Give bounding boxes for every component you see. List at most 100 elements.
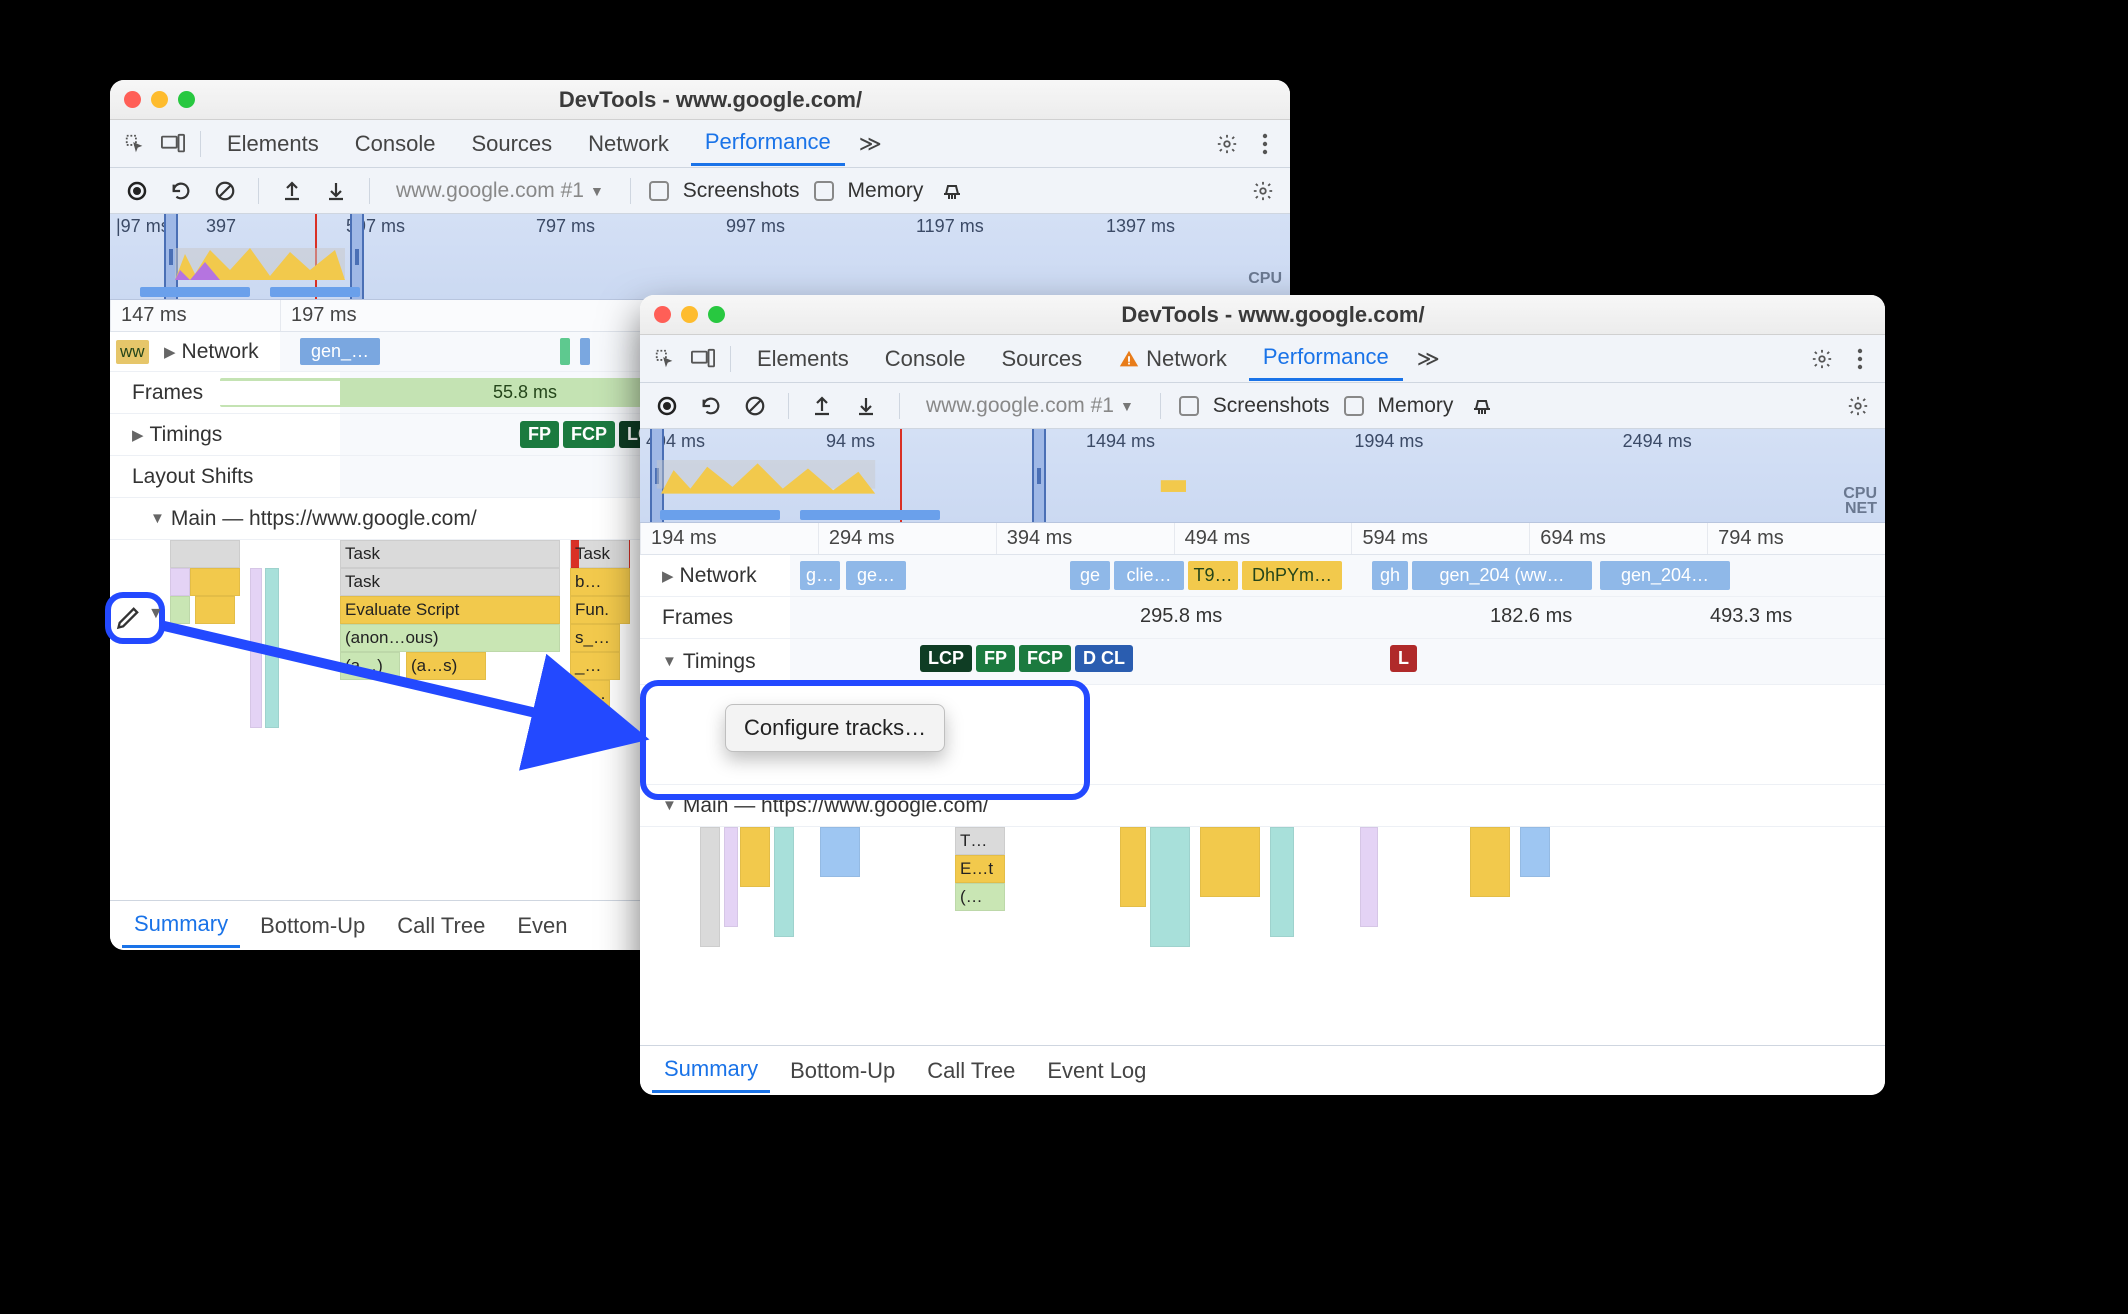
collapse-icon[interactable]: ▼ — [150, 510, 165, 527]
tab-network[interactable]: Network — [1104, 338, 1241, 380]
tab-console[interactable]: Console — [871, 338, 980, 380]
recording-select[interactable]: www.google.com #1 ▼ — [388, 177, 612, 205]
timing-badge[interactable]: FCP — [563, 421, 615, 448]
track-label: Timings — [150, 423, 223, 447]
gear-icon[interactable] — [1212, 129, 1242, 159]
capture-settings-gear-icon[interactable] — [1843, 391, 1873, 421]
gc-icon[interactable] — [1467, 391, 1497, 421]
net-item[interactable]: ge — [1070, 561, 1110, 590]
divider — [369, 178, 370, 204]
net-item[interactable]: DhPYm… — [1242, 561, 1342, 590]
reload-icon[interactable] — [696, 391, 726, 421]
cpu-overview[interactable]: 494 ms 94 ms 1494 ms 1994 ms 2494 ms CPU… — [640, 429, 1885, 523]
close-icon[interactable] — [124, 91, 141, 108]
bottom-tab-calltree[interactable]: Call Tree — [385, 905, 497, 947]
bottom-tab-summary[interactable]: Summary — [122, 903, 240, 948]
reload-icon[interactable] — [166, 176, 196, 206]
overflow-menu-icon[interactable] — [1250, 129, 1280, 159]
task-block[interactable]: Task — [570, 540, 630, 568]
recording-select[interactable]: www.google.com #1 ▼ — [918, 392, 1142, 420]
memory-checkbox[interactable] — [1344, 396, 1364, 416]
more-tabs-icon[interactable]: ≫ — [853, 127, 888, 161]
download-icon[interactable] — [851, 391, 881, 421]
track-network-row: ▶Network g… ge… ge clie… T9… DhPYm… gh g… — [640, 555, 1885, 597]
timing-badge[interactable]: D CL — [1075, 645, 1133, 672]
net-item[interactable]: gen_204… — [1600, 561, 1730, 590]
flame-chart[interactable]: T… E…t (… — [640, 827, 1885, 967]
task-block[interactable]: Task — [340, 568, 560, 596]
bottom-tab-calltree[interactable]: Call Tree — [915, 1050, 1027, 1092]
block[interactable]: T… — [955, 827, 1005, 855]
bottom-tabs: Summary Bottom-Up Call Tree Event Log — [640, 1045, 1885, 1095]
bottom-tab-bottomup[interactable]: Bottom-Up — [248, 905, 377, 947]
bottom-tab-eventlog[interactable]: Event Log — [1035, 1050, 1158, 1092]
record-icon[interactable] — [122, 176, 152, 206]
tab-console[interactable]: Console — [341, 123, 450, 165]
inspect-icon[interactable] — [120, 129, 150, 159]
net-chip[interactable]: gen_… — [300, 338, 380, 365]
bottom-tab-eventlog[interactable]: Even — [505, 905, 579, 947]
gear-icon[interactable] — [1807, 344, 1837, 374]
block[interactable]: E…t — [955, 855, 1005, 883]
ruler-tick: 394 ms — [996, 523, 1174, 554]
net-item[interactable]: gen_204 (ww… — [1412, 561, 1592, 590]
timing-badge[interactable]: FCP — [1019, 645, 1071, 672]
screenshots-checkbox[interactable] — [1179, 396, 1199, 416]
download-icon[interactable] — [321, 176, 351, 206]
close-icon[interactable] — [654, 306, 671, 323]
expand-icon[interactable]: ▶ — [662, 567, 674, 585]
divider — [730, 346, 731, 372]
net-item[interactable]: g… — [800, 561, 840, 590]
upload-icon[interactable] — [807, 391, 837, 421]
tab-elements[interactable]: Elements — [213, 123, 333, 165]
net-item[interactable]: ge… — [846, 561, 906, 590]
context-menu[interactable]: Configure tracks… — [725, 704, 945, 752]
task-block[interactable]: Task — [340, 540, 560, 568]
net-label: NET — [1845, 500, 1877, 518]
expand-icon[interactable]: ▶ — [164, 343, 176, 361]
collapse-icon[interactable]: ▼ — [148, 605, 164, 623]
titlebar[interactable]: DevTools - www.google.com/ — [640, 295, 1885, 335]
time-ruler[interactable]: 194 ms 294 ms 394 ms 494 ms 594 ms 694 m… — [640, 523, 1885, 555]
net-item[interactable]: clie… — [1114, 561, 1184, 590]
titlebar[interactable]: DevTools - www.google.com/ — [110, 80, 1290, 120]
upload-icon[interactable] — [277, 176, 307, 206]
timing-badge[interactable]: FP — [976, 645, 1015, 672]
menu-item-configure-tracks[interactable]: Configure tracks… — [744, 715, 926, 741]
screenshots-checkbox[interactable] — [649, 181, 669, 201]
bottom-tab-summary[interactable]: Summary — [652, 1048, 770, 1093]
memory-checkbox[interactable] — [814, 181, 834, 201]
expand-icon[interactable]: ▶ — [132, 426, 144, 444]
cpu-overview[interactable]: |97 ms 397 597 ms 797 ms 997 ms 1197 ms … — [110, 214, 1290, 300]
window-title: DevTools - www.google.com/ — [675, 302, 1871, 328]
device-toggle-icon[interactable] — [158, 129, 188, 159]
caret-down-icon: ▼ — [590, 183, 604, 199]
net-item[interactable]: T9… — [1188, 561, 1238, 590]
net-item[interactable]: gh — [1372, 561, 1408, 590]
tab-sources[interactable]: Sources — [987, 338, 1096, 380]
screenshots-label: Screenshots — [683, 179, 800, 203]
record-icon[interactable] — [652, 391, 682, 421]
timing-badge[interactable]: LCP — [920, 645, 972, 672]
tab-network[interactable]: Network — [574, 123, 683, 165]
edit-tracks-icon[interactable] — [115, 603, 143, 631]
more-tabs-icon[interactable]: ≫ — [1411, 342, 1446, 376]
clear-icon[interactable] — [740, 391, 770, 421]
tab-performance[interactable]: Performance — [1249, 336, 1403, 381]
frame-val: 295.8 ms — [1140, 605, 1222, 628]
inspect-icon[interactable] — [650, 344, 680, 374]
tab-elements[interactable]: Elements — [743, 338, 863, 380]
device-toggle-icon[interactable] — [688, 344, 718, 374]
timing-badge[interactable]: FP — [520, 421, 559, 448]
tab-sources[interactable]: Sources — [457, 123, 566, 165]
clear-icon[interactable] — [210, 176, 240, 206]
perf-toolbar: www.google.com #1 ▼ Screenshots Memory — [640, 383, 1885, 429]
capture-settings-gear-icon[interactable] — [1248, 176, 1278, 206]
block[interactable]: b… — [570, 568, 630, 596]
bottom-tab-bottomup[interactable]: Bottom-Up — [778, 1050, 907, 1092]
block[interactable]: (… — [955, 883, 1005, 911]
gc-icon[interactable] — [937, 176, 967, 206]
timing-badge[interactable]: L — [1390, 645, 1417, 672]
tab-performance[interactable]: Performance — [691, 121, 845, 166]
overflow-menu-icon[interactable] — [1845, 344, 1875, 374]
